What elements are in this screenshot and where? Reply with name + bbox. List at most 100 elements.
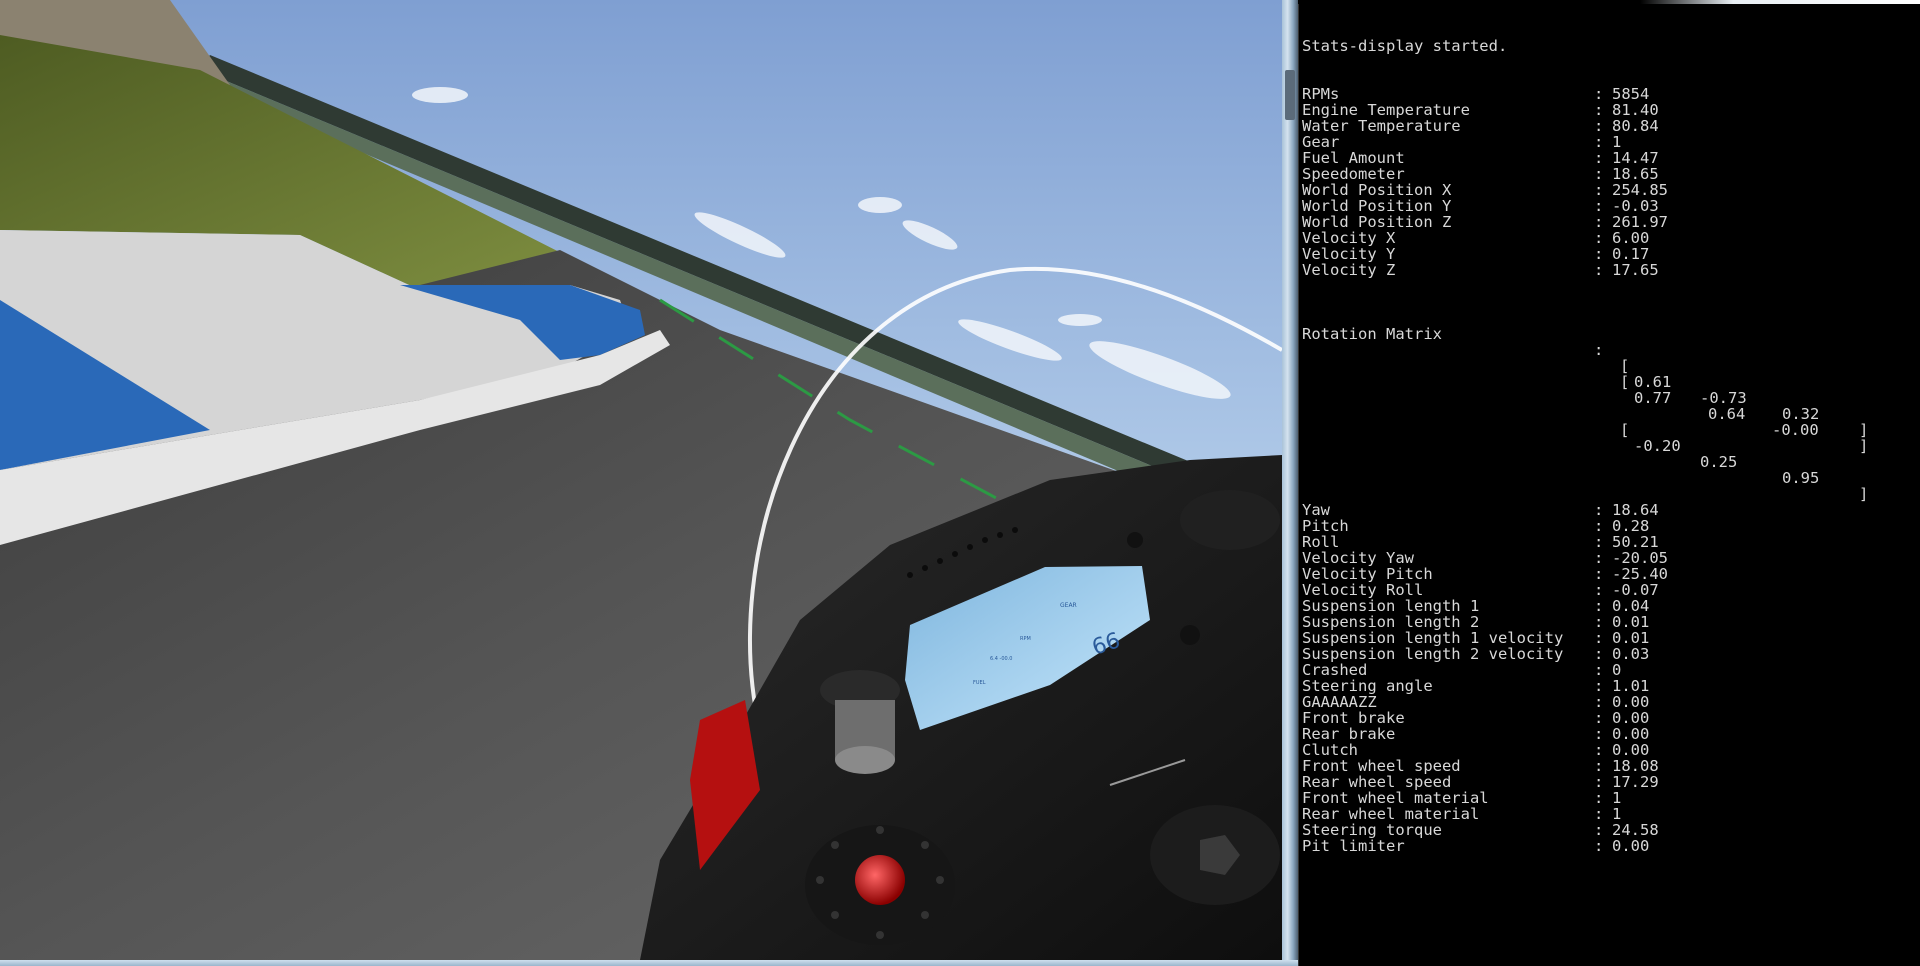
steering-stem-cap <box>855 855 905 905</box>
stat-separator: : <box>1594 821 1604 839</box>
stat-label: Steering torque <box>1302 821 1442 839</box>
stat-separator: : <box>1594 501 1604 519</box>
stat-value: 1.01 <box>1612 677 1650 695</box>
rotation-label: Rotation Matrix <box>1302 325 1442 343</box>
stat-value: -0.03 <box>1612 197 1659 215</box>
stat-row: Yaw:18.64 <box>1302 502 1920 518</box>
game-viewport[interactable]: 66 GEAR RPM 6.4 -00.0 FUEL <box>0 0 1282 960</box>
stat-label: Pit limiter <box>1302 837 1405 855</box>
stat-value: 0.00 <box>1612 837 1650 855</box>
stat-value: 6.00 <box>1612 229 1650 247</box>
stat-label: Velocity Pitch <box>1302 565 1433 583</box>
stat-label: Yaw <box>1302 501 1330 519</box>
mirror-housing <box>1180 490 1280 550</box>
stat-row: Front brake:0.00 <box>1302 710 1920 726</box>
stat-row: Front wheel speed:18.08 <box>1302 758 1920 774</box>
stat-separator: : <box>1594 709 1604 727</box>
resize-grip[interactable] <box>1285 70 1295 120</box>
stat-separator: : <box>1594 213 1604 231</box>
rotation-matrix-row-1: Rotation Matrix : [ 0.61 -0.73 0.32 ] <box>1302 325 1869 439</box>
stat-label: World Position Z <box>1302 213 1452 231</box>
stat-label: Clutch <box>1302 741 1358 759</box>
stat-separator: : <box>1594 149 1604 167</box>
stat-row: Velocity X:6.00 <box>1302 230 1920 246</box>
stat-row: Rear wheel material:1 <box>1302 806 1920 822</box>
stat-row: Gear:1 <box>1302 134 1920 150</box>
stat-label: Gear <box>1302 133 1340 151</box>
stat-value: 0.00 <box>1612 741 1650 759</box>
dash-fuel-label: FUEL <box>973 680 986 686</box>
stat-value: 0.00 <box>1612 725 1650 743</box>
stat-value: 0.04 <box>1612 597 1650 615</box>
stat-value: 0.00 <box>1612 693 1650 711</box>
stat-row: Velocity Roll: -0.07 <box>1302 582 1920 598</box>
stat-value: 0.28 <box>1612 517 1650 535</box>
stat-label: Rear wheel material <box>1302 805 1480 823</box>
stat-value: -20.05 <box>1612 549 1668 567</box>
stat-label: Velocity Yaw <box>1302 549 1414 567</box>
stat-separator: : <box>1594 533 1604 551</box>
dash-odo: 6.4 -00.0 <box>990 656 1012 662</box>
stat-value: 0.01 <box>1612 613 1650 631</box>
stat-separator: : <box>1594 661 1604 679</box>
stat-separator: : <box>1594 837 1604 855</box>
stat-separator: : <box>1594 165 1604 183</box>
stat-value: 1 <box>1612 133 1622 151</box>
stat-separator: : <box>1594 133 1604 151</box>
stat-row: GAAAAAZZ:0.00 <box>1302 694 1920 710</box>
stat-row: Suspension length 1 velocity:0.01 <box>1302 630 1920 646</box>
console-title-strip <box>1298 0 1920 4</box>
stat-value: 14.47 <box>1612 149 1659 167</box>
stat-row: Rear brake:0.00 <box>1302 726 1920 742</box>
stat-value: 81.40 <box>1612 101 1659 119</box>
dash-gear-label: GEAR <box>1060 602 1077 609</box>
stat-label: World Position Y <box>1302 197 1452 215</box>
stat-label: Steering angle <box>1302 677 1433 695</box>
stat-row: World Position Z:261.97 <box>1302 214 1920 230</box>
stat-separator: : <box>1594 757 1604 775</box>
stat-row: Velocity Pitch: -25.40 <box>1302 566 1920 582</box>
stat-row: Roll:50.21 <box>1302 534 1920 550</box>
stat-row: Suspension length 2 velocity:0.03 <box>1302 646 1920 662</box>
stat-separator: : <box>1594 101 1604 119</box>
stat-label: Front wheel material <box>1302 789 1489 807</box>
stat-row: Engine Temperature:81.40 <box>1302 102 1920 118</box>
stat-label: Suspension length 2 velocity <box>1302 645 1564 663</box>
stat-row: Pitch:0.28 <box>1302 518 1920 534</box>
stat-value: 0.17 <box>1612 245 1650 263</box>
stat-separator: : <box>1594 741 1604 759</box>
stat-value: -25.40 <box>1612 565 1668 583</box>
stat-separator: : <box>1594 181 1604 199</box>
stat-value: 0.01 <box>1612 629 1650 647</box>
stat-value: 1 <box>1612 805 1622 823</box>
stat-separator: : <box>1594 581 1604 599</box>
stat-separator: : <box>1594 773 1604 791</box>
stat-row: Fuel Amount:14.47 <box>1302 150 1920 166</box>
stats-list-bottom: Yaw:18.64 Pitch:0.28 Roll:50.21 Velocity Ya… <box>1302 502 1920 854</box>
stat-label: Front brake <box>1302 709 1405 727</box>
rotation-matrix-row-2: [ 0.77 0.64 -0.00 ] <box>1620 373 1869 455</box>
stat-separator: : <box>1594 261 1604 279</box>
stat-value: 50.21 <box>1612 533 1659 551</box>
stat-label: Fuel Amount <box>1302 149 1405 167</box>
stat-row: Crashed:0 <box>1302 662 1920 678</box>
stat-separator: : <box>1594 565 1604 583</box>
stat-value: 0.00 <box>1612 709 1650 727</box>
console-header-line: Stats-display started. <box>1302 37 1508 55</box>
stat-value: 1 <box>1612 789 1622 807</box>
stat-separator: : <box>1594 197 1604 215</box>
stat-label: Water Temperature <box>1302 117 1461 135</box>
stat-row: Pit limiter:0.00 <box>1302 838 1920 854</box>
stat-row: Front wheel material:1 <box>1302 790 1920 806</box>
stat-row: World Position X:254.85 <box>1302 182 1920 198</box>
stat-separator: : <box>1594 229 1604 247</box>
stat-value: 80.84 <box>1612 117 1659 135</box>
stat-value: 0 <box>1612 661 1622 679</box>
stat-label: Speedometer <box>1302 165 1405 183</box>
stat-row: Velocity Z:17.65 <box>1302 262 1920 278</box>
stat-value: 18.65 <box>1612 165 1659 183</box>
window-border[interactable] <box>1282 0 1298 966</box>
stat-label: Suspension length 1 velocity <box>1302 629 1564 647</box>
stat-row: Water Temperature:80.84 <box>1302 118 1920 134</box>
